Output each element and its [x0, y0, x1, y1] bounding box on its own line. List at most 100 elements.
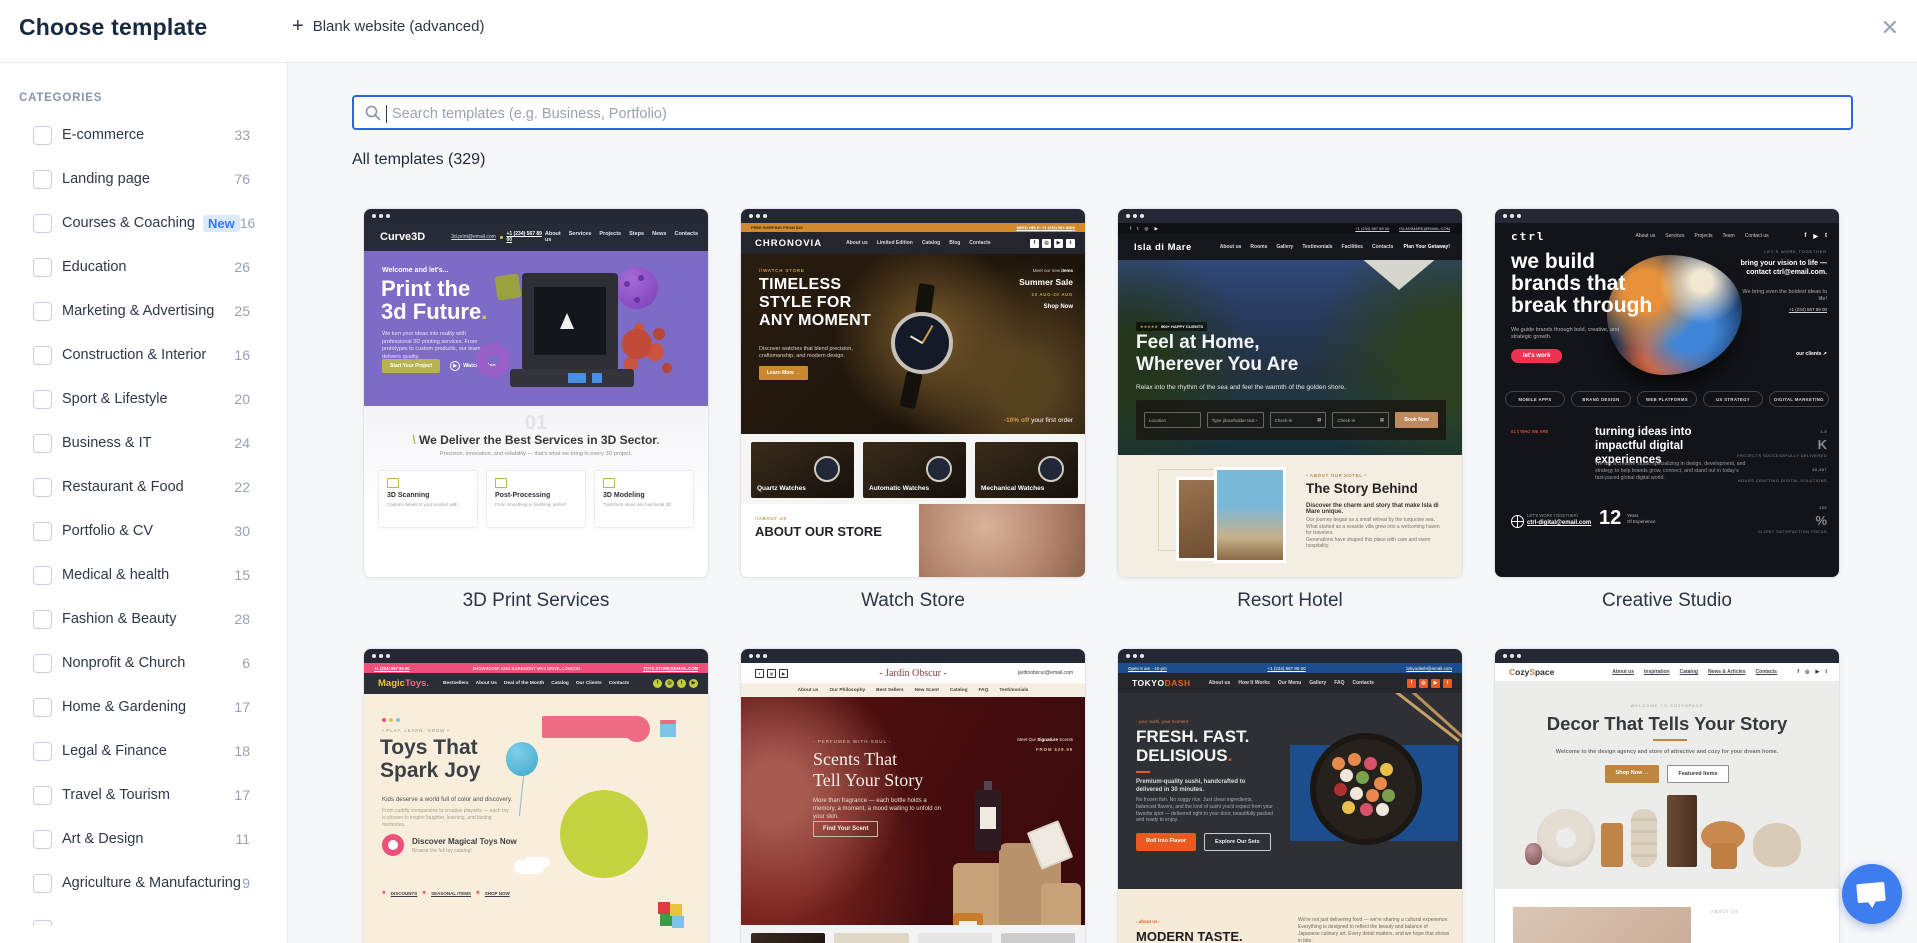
vase-shape: [1537, 809, 1595, 867]
social-icons: f▶t: [1804, 233, 1827, 240]
templates-panel: All templates (329) Curve3D 3d.print@ema…: [287, 62, 1917, 943]
sidebar-item-education[interactable]: Education26: [0, 245, 287, 289]
coral-shape: [622, 329, 652, 359]
checkbox[interactable]: [33, 522, 52, 541]
template-preview[interactable]: Curve3D 3d.print@email.com+1 (234) 567 8…: [363, 208, 709, 578]
mini-button: let's work: [1511, 349, 1562, 363]
sidebar-item-courses-coaching[interactable]: Courses & CoachingNew16: [0, 201, 287, 245]
sidebar-item-marketing-advertising[interactable]: Marketing & Advertising25: [0, 289, 287, 333]
template-title: Resort Hotel: [1117, 590, 1463, 612]
sidebar-item-portfolio-cv[interactable]: Portfolio & CV30: [0, 509, 287, 553]
sidebar-item-travel-tourism[interactable]: Travel & Tourism17: [0, 773, 287, 817]
twitter-icon: t: [677, 679, 686, 688]
search-icon: [365, 105, 381, 121]
vase-shape: [1525, 843, 1542, 865]
template-preview[interactable]: Open 8 am - 10 pm+1 (234) 567 89 00tokyo…: [1117, 648, 1463, 943]
mini-button: Shop Now →: [1605, 765, 1659, 783]
checkbox[interactable]: [33, 698, 52, 717]
sidebar-item-sport-lifestyle[interactable]: Sport & Lifestyle20: [0, 377, 287, 421]
mini-button: Explore Our Sets: [1204, 833, 1271, 851]
cube-shape: [494, 273, 521, 300]
checkbox[interactable]: [33, 874, 52, 893]
template-title: Watch Store: [740, 590, 1086, 612]
template-title: Creative Studio: [1494, 590, 1840, 612]
plus-icon: +: [292, 16, 304, 36]
template-preview[interactable]: ft◎▶ +1 (234) 567 89 00ISLADIMARE@EMAIL.…: [1117, 208, 1463, 578]
template-preview[interactable]: f◎▶ - Jardin Obscur - jardinobscur@email…: [740, 648, 1086, 943]
checkbox[interactable]: [33, 566, 52, 585]
results-heading: All templates (329): [352, 151, 485, 169]
checkbox[interactable]: [33, 390, 52, 409]
vase-shape: [1667, 795, 1697, 867]
sidebar-item-construction-interior[interactable]: Construction & Interior16: [0, 333, 287, 377]
checkbox[interactable]: [33, 654, 52, 673]
mini-hero: - PERFUMES WITH SOUL - Scents ThatTell Y…: [741, 697, 1085, 925]
mini-hero: //WATCH STORE TIMELESSSTYLE FORANY MOMEN…: [741, 254, 1085, 434]
instagram-icon: ◎: [1042, 239, 1051, 248]
chat-button[interactable]: [1842, 864, 1902, 924]
sidebar-item-e-commerce[interactable]: E-commerce33: [0, 113, 287, 157]
printer-illustration: [522, 273, 618, 371]
checkbox[interactable]: [33, 126, 52, 145]
watch-icon: [926, 456, 952, 482]
blank-website-button[interactable]: + Blank website (advanced): [292, 16, 484, 36]
mini-about-section: - about us - MODERN TASTE. We're not jus…: [1118, 889, 1462, 943]
youtube-icon: ▶: [1813, 233, 1818, 240]
mini-about-section: //ABOUT US ABOUT OUR STORE: [741, 504, 1085, 577]
checkbox[interactable]: [33, 786, 52, 805]
checkbox[interactable]: [33, 170, 52, 189]
sidebar-item-home-gardening[interactable]: Home & Gardening17: [0, 685, 287, 729]
mini-logo: Curve3D: [380, 231, 425, 243]
mini-navbar: TOKYODASH About usHow It WorksOur MenuGa…: [1118, 673, 1462, 693]
checkbox[interactable]: [33, 346, 52, 365]
mini-button: Learn More →: [759, 366, 808, 380]
checkbox[interactable]: [33, 434, 52, 453]
choose-template-dialog: Choose template + Blank website (advance…: [0, 0, 1917, 943]
mini-navbar: About usOur PhilosophyBest SellersNew Sc…: [741, 683, 1085, 697]
browser-chrome: [1495, 649, 1839, 663]
instagram-icon: ◎: [1419, 679, 1428, 688]
mini-navbar: Curve3D 3d.print@email.com+1 (234) 567 8…: [364, 223, 708, 251]
sidebar-item-agriculture-manufacturing[interactable]: Agriculture & Manufacturing9: [0, 861, 287, 905]
checkbox[interactable]: [33, 302, 52, 321]
browser-chrome: [1495, 209, 1839, 223]
sidebar-item-medical-health[interactable]: Medical & health15: [0, 553, 287, 597]
sidebar-item-nonprofit-church[interactable]: Nonprofit & Church6: [0, 641, 287, 685]
twitter-icon: t: [1825, 669, 1827, 675]
checkbox[interactable]: [33, 610, 52, 629]
sidebar-item-restaurant-food[interactable]: Restaurant & Food22: [0, 465, 287, 509]
template-preview[interactable]: +1 (234) 567 89 00SHOWROOM: 5254 EGREMON…: [363, 648, 709, 943]
categories-heading: CATEGORIES: [19, 92, 287, 104]
template-preview[interactable]: ctrl About usServicesProjectsTeamContact…: [1494, 208, 1840, 578]
sidebar-item-business-it[interactable]: Business & IT24: [0, 421, 287, 465]
checkbox[interactable]: [33, 830, 52, 849]
templates-grid: Curve3D 3d.print@email.com+1 (234) 567 8…: [363, 208, 1840, 943]
social-icons: f◎▶t: [1797, 669, 1827, 675]
checkbox[interactable]: [33, 214, 52, 233]
template-card-cozyspace: CozySpace About usInspirationCatalogNews…: [1494, 648, 1840, 943]
calendar-icon: ▦: [1380, 417, 1384, 423]
sidebar-item-art-design[interactable]: Art & Design11: [0, 817, 287, 861]
checkbox[interactable]: [33, 742, 52, 761]
mini-navbar: CozySpace About usInspirationCatalogNews…: [1495, 663, 1839, 682]
sidebar-item-fashion-beauty[interactable]: Fashion & Beauty28: [0, 597, 287, 641]
facebook-icon: f: [1030, 239, 1039, 248]
new-badge: New: [203, 215, 240, 232]
checkbox[interactable]: [33, 258, 52, 277]
mini-logo: TOKYODASH: [1132, 678, 1191, 688]
mini-hero: - your sushi, your moment - FRESH. FAST.…: [1118, 693, 1462, 889]
mini-hero: Welcome and let's... Print the3d Future.…: [364, 251, 708, 406]
dialog-header: Choose template + Blank website (advance…: [0, 0, 1917, 63]
template-title: 3D Print Services: [363, 590, 709, 612]
checkbox[interactable]: [33, 478, 52, 497]
sidebar-item-legal-finance[interactable]: Legal & Finance18: [0, 729, 287, 773]
mini-button: Start Your Project: [382, 359, 440, 373]
template-preview[interactable]: CozySpace About usInspirationCatalogNews…: [1494, 648, 1840, 943]
mini-topbar: f◎▶ - Jardin Obscur - jardinobscur@email…: [741, 663, 1085, 683]
close-icon[interactable]: ✕: [1881, 13, 1899, 44]
template-preview[interactable]: FREE SHIPPING FROM $20NEED HELP: +1 (234…: [740, 208, 1086, 578]
mini-hero: ★★★★★900+ HAPPY CLIENTS Feel at Home,Whe…: [1118, 260, 1462, 455]
sidebar-item-landing-page[interactable]: Landing page76: [0, 157, 287, 201]
search-box[interactable]: [352, 95, 1853, 130]
search-input[interactable]: [390, 97, 1834, 130]
